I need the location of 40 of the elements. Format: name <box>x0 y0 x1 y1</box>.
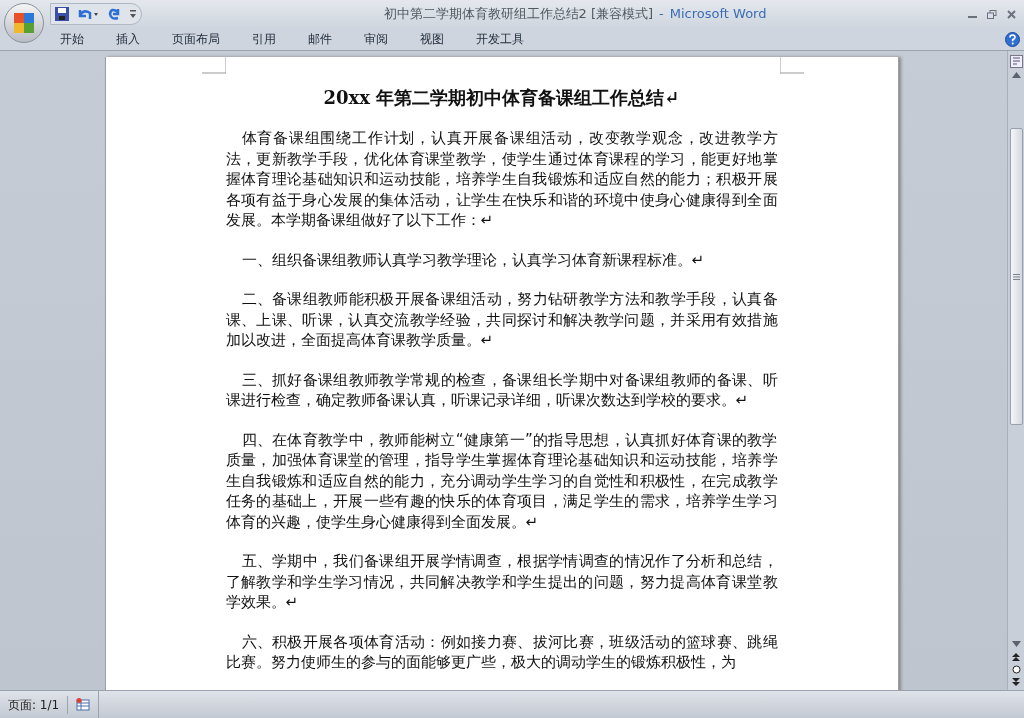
ribbon-tab[interactable]: 开始 <box>44 28 100 50</box>
scroll-thumb[interactable] <box>1009 128 1023 425</box>
page-count: 页面: 1/1 <box>0 695 69 714</box>
save-icon[interactable] <box>55 7 69 21</box>
grip-icon <box>1012 273 1020 280</box>
crop-mark-icon <box>779 57 804 74</box>
previous-page-icon[interactable] <box>1012 653 1020 661</box>
ribbon-tab[interactable]: 审阅 <box>348 28 404 50</box>
ribbon-tab[interactable]: 页面布局 <box>156 28 236 50</box>
ribbon-tab[interactable]: 邮件 <box>292 28 348 50</box>
restore-icon[interactable] <box>987 9 997 19</box>
window-title: 初中第二学期体育教研组工作总结2 [兼容模式] <box>383 5 654 24</box>
body-paragraph: 体育备课组围绕工作计划，认真开展备课组活动，改变教学观念，改进教学方法，更新教学手段，优化体育课堂教学，使学生通过体育课程的学习，能更好地掌握体育理论基础知识和运动技能，培养学生自我锻炼和适应自然的能力；积极开展各项有益于身心发展的集体活动，让学生在快乐和谐的环境中使身心健康得到全面发展。本学期备课组做好了以下工作：↵ <box>225 128 778 231</box>
close-icon[interactable] <box>1007 9 1016 19</box>
body-paragraph: 三、抓好备课组教师教学常规的检查，备课组长学期中对备课组教师的备课、听课进行检查，确定教师备课认真，听课记录详细，听课次数达到学校的要求。↵ <box>225 369 778 411</box>
redo-icon[interactable] <box>107 7 121 21</box>
scroll-down-icon[interactable] <box>1011 641 1021 647</box>
customize-caret-icon[interactable] <box>129 9 137 19</box>
undo-icon[interactable] <box>77 7 99 21</box>
title-separator: - <box>659 5 664 24</box>
body-paragraph: 六、积极开展各项体育活动：例如接力赛、拔河比赛，班级活动的篮球赛、跳绳比赛。努力使师生的参与的面能够更广些，极大的调动学生的锻炼积极性，为 <box>225 631 778 673</box>
ribbon-tab[interactable]: 视图 <box>404 28 460 50</box>
document-status-icon[interactable] <box>76 698 91 711</box>
browse-object-icon[interactable] <box>1011 665 1021 674</box>
office-button[interactable] <box>4 3 44 43</box>
next-page-icon[interactable] <box>1012 678 1020 686</box>
help-icon[interactable] <box>1005 31 1020 47</box>
scroll-up-icon[interactable] <box>1011 72 1021 78</box>
body-paragraph: 五、学期中，我们备课组开展学情调查，根据学情调查的情况作了分析和总结，了解教学和学生学习情况，共同解决教学和学生提出的问题，努力提高体育课堂教学效果。↵ <box>225 551 778 613</box>
body-paragraph: 二、备课组教师能积极开展备课组活动，努力钻研教学方法和教学手段，认真备课、上课、听课，认真交流教学经验，共同探讨和解决教学问题，并采用有效措施加以改进，全面提高体育课教学质量。↵ <box>225 289 778 351</box>
ribbon-tab[interactable]: 开发工具 <box>460 28 540 50</box>
body-paragraph: 四、在体育教学中，教师能树立“健康第一”的指导思想，认真抓好体育课的教学质量，加强体育课堂的管理，指导学生掌握体育理论基础知识和运动技能，培养学生自我锻炼和适应自然的能力，充分调动学生学习的自觉性和积极性，在完成教学任务的基础上，开展一些有趣的快乐的体育项目，满足学生的需求，培养学生学习体育的兴趣，使学生身心健康得到全面发展。↵ <box>225 429 778 532</box>
app-name: Microsoft Word <box>669 5 767 24</box>
crop-mark-icon <box>201 57 226 74</box>
ribbon-tab[interactable]: 插入 <box>100 28 156 50</box>
ribbon-tab[interactable]: 引用 <box>236 28 292 50</box>
document-title: 20xx 年第二学期初中体育备课组工作总结↵ <box>322 86 681 110</box>
ruler-toggle-icon[interactable] <box>1009 55 1023 68</box>
body-paragraph: 一、组织备课组教师认真学习教学理论，认真学习体育新课程标准。↵ <box>240 249 706 270</box>
office-logo-icon <box>13 12 35 34</box>
